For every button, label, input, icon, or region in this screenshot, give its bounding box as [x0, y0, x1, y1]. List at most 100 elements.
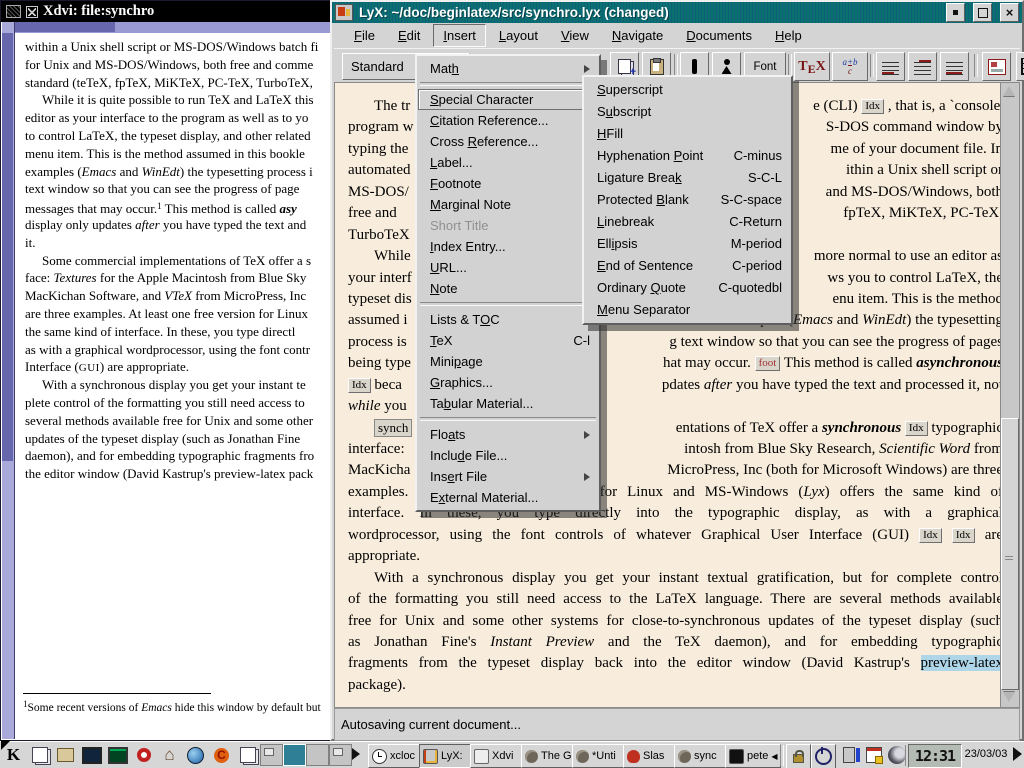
menu-item-cross-reference[interactable]: Cross Reference...	[418, 131, 598, 152]
depth-button[interactable]	[940, 52, 969, 81]
news-launcher-button[interactable]: C	[209, 743, 234, 767]
task-button-the-g[interactable]: The G	[521, 744, 577, 768]
scrollbar-thumb[interactable]	[1001, 418, 1019, 690]
task-button-xdvi[interactable]: Xdvi	[470, 744, 526, 768]
xdvi-hscroll-thumb[interactable]	[14, 22, 115, 32]
pager-desktop-1[interactable]	[260, 744, 283, 766]
documents-launcher-button[interactable]	[235, 743, 260, 767]
clock-time: 12:31	[915, 747, 955, 765]
menu-item-hfill[interactable]: HFill	[585, 123, 790, 145]
xdvi-vscroll-thumb[interactable]	[2, 33, 13, 461]
task-button-xcloc[interactable]: xcloc	[368, 744, 424, 768]
menu-item-tex[interactable]: TeXC-l	[418, 330, 598, 351]
files-launcher-button[interactable]	[27, 743, 52, 767]
task-button-lyx[interactable]: LyX:	[419, 744, 475, 768]
menubar-insert[interactable]: Insert	[433, 24, 486, 47]
menu-item-lists-toc[interactable]: Lists & TOC	[418, 309, 598, 330]
index-inset-button[interactable]: Idx	[952, 528, 975, 543]
menu-item-end-of-sentence[interactable]: End of SentenceC-period	[585, 255, 790, 277]
browser-launcher-button[interactable]	[183, 743, 208, 767]
document-scrollbar[interactable]	[1000, 82, 1020, 708]
organizer-applet[interactable]	[861, 743, 886, 767]
tex-mode-button[interactable]: TEX	[794, 52, 830, 81]
menu-shortcut: C-l	[573, 330, 590, 351]
task-scroll-left-icon[interactable]	[352, 748, 360, 760]
close-button[interactable]: ×	[1000, 3, 1019, 22]
task-button-slas[interactable]: Slas	[623, 744, 679, 768]
menu-item-subscript[interactable]: Subscript	[585, 101, 790, 123]
terminal-launcher-button[interactable]	[105, 743, 130, 767]
lock-screen-button[interactable]	[786, 744, 811, 768]
help-launcher-button[interactable]	[131, 743, 156, 767]
menubar-edit[interactable]: Edit	[388, 24, 430, 47]
menu-item-ligature-break[interactable]: Ligature BreakS-C-L	[585, 167, 790, 189]
insert-figure-button[interactable]	[982, 52, 1011, 81]
package-launcher-button[interactable]	[53, 743, 78, 767]
task-button-pete[interactable]: pete◀	[725, 744, 781, 768]
index-inset-button[interactable]: Idx	[905, 421, 928, 436]
menu-item-math[interactable]: Math	[418, 58, 598, 79]
minimize-button[interactable]	[946, 3, 965, 22]
menu-item-minipage[interactable]: Minipage	[418, 351, 598, 372]
logout-button[interactable]	[811, 744, 836, 768]
digital-clock[interactable]: 12:31	[908, 744, 962, 768]
task-button-sync[interactable]: sync	[674, 744, 730, 768]
menu-item-index-entry[interactable]: Index Entry...	[418, 236, 598, 257]
open-inset-box[interactable]: synch	[374, 419, 412, 437]
k-menu-button[interactable]: K	[1, 743, 26, 767]
lyx-titlebar[interactable]: LyX: ~/doc/beginlatex/src/synchro.lyx (c…	[332, 2, 1022, 23]
menu-item-ordinary-quote[interactable]: Ordinary QuoteC-quotedbl	[585, 277, 790, 299]
index-inset-button[interactable]: Idx	[348, 378, 371, 393]
footnote-button[interactable]	[876, 52, 905, 81]
footnote-inset-button[interactable]: foot	[755, 356, 781, 371]
menu-item-url[interactable]: URL...	[418, 257, 598, 278]
menu-item-external-material[interactable]: External Material...	[418, 487, 598, 508]
menu-item-hyphenation-point[interactable]: Hyphenation PointC-minus	[585, 145, 790, 167]
menu-item-ellipsis[interactable]: EllipsisM-period	[585, 233, 790, 255]
menubar-documents[interactable]: Documents	[676, 24, 762, 47]
menu-item-marginal-note[interactable]: Marginal Note	[418, 194, 598, 215]
desktop-pager[interactable]	[260, 744, 352, 766]
index-inset-button[interactable]: Idx	[861, 99, 884, 114]
gnu-icon	[576, 750, 589, 763]
menu-item-graphics[interactable]: Graphics...	[418, 372, 598, 393]
scroll-up-icon[interactable]	[1002, 84, 1016, 98]
pager-desktop-3[interactable]	[306, 744, 329, 766]
scroll-down-icon[interactable]	[1002, 690, 1016, 704]
klipper-applet[interactable]	[836, 743, 861, 767]
task-button-unti[interactable]: *Unti	[572, 744, 628, 768]
menubar-layout[interactable]: Layout	[489, 24, 548, 47]
menu-item-tabular-material[interactable]: Tabular Material...	[418, 393, 598, 414]
home-launcher-button[interactable]: ⌂	[157, 743, 182, 767]
xdvi-iconify-icon[interactable]	[26, 6, 38, 18]
menu-item-superscript[interactable]: Superscript	[585, 79, 790, 101]
menu-item-footnote[interactable]: Footnote	[418, 173, 598, 194]
index-inset-button[interactable]: Idx	[919, 528, 942, 543]
panel-hide-icon[interactable]	[1013, 747, 1022, 761]
screen-launcher-button[interactable]	[79, 743, 104, 767]
menu-item-menu-separator[interactable]: Menu Separator	[585, 299, 790, 321]
home-icon: ⌂	[164, 748, 174, 762]
pager-desktop-4[interactable]	[329, 744, 352, 766]
menubar-view[interactable]: View	[551, 24, 599, 47]
menubar-navigate[interactable]: Navigate	[602, 24, 673, 47]
menu-item-insert-file[interactable]: Insert File	[418, 466, 598, 487]
menu-item-special-character[interactable]: Special Character	[418, 89, 598, 110]
menu-item-floats[interactable]: Floats	[418, 424, 598, 445]
maximize-button[interactable]	[973, 3, 992, 22]
pager-desktop-2[interactable]	[283, 744, 306, 766]
menubar-help[interactable]: Help	[765, 24, 812, 47]
menu-item-linebreak[interactable]: LinebreakC-Return	[585, 211, 790, 233]
menubar-file[interactable]: File	[344, 24, 385, 47]
margin-note-button[interactable]	[908, 52, 937, 81]
menu-item-protected-blank[interactable]: Protected BlankS-C-space	[585, 189, 790, 211]
math-mode-button[interactable]: a+bc	[832, 52, 868, 81]
xdvi-vertical-scrollbar[interactable]	[2, 22, 15, 739]
xdvi-titlebar[interactable]: Xdvi: file:synchro	[1, 1, 336, 22]
menu-item-note[interactable]: Note	[418, 278, 598, 299]
menu-item-include-file[interactable]: Include File...	[418, 445, 598, 466]
menu-item-label[interactable]: Label...	[418, 152, 598, 173]
insert-table-button[interactable]	[1016, 52, 1024, 81]
menu-item-citation-reference[interactable]: Citation Reference...	[418, 110, 598, 131]
news-icon: C	[214, 748, 229, 763]
